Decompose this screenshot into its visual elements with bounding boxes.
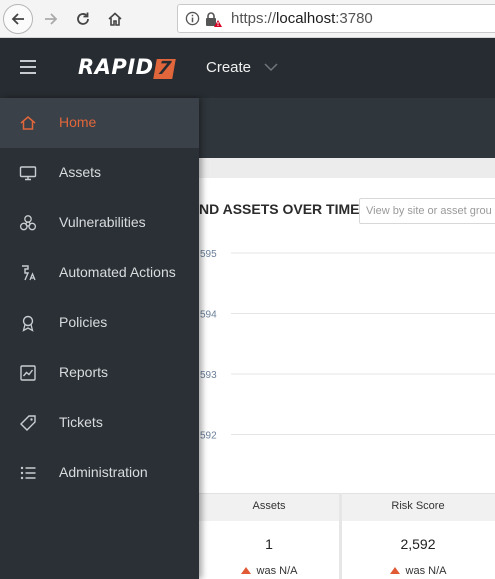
sidebar-item-label: Policies <box>59 314 108 330</box>
home-icon <box>20 116 36 130</box>
stat-value-risk-score: 2,592 <box>400 536 436 552</box>
sidebar-item-label: Assets <box>59 164 102 180</box>
stat-change-assets: was N/A <box>199 565 339 577</box>
stats-divider <box>339 493 342 579</box>
automation-icon <box>22 265 36 281</box>
assets-over-time-card: ND ASSETS OVER TIME View by site or asse… <box>199 178 495 498</box>
browser-toolbar: https://localhost:3780 <box>0 0 495 38</box>
sidebar-item-tickets[interactable]: Tickets <box>0 398 199 448</box>
sidebar-item-label: Reports <box>59 364 109 380</box>
house-icon <box>108 12 122 26</box>
y-tick-label: 592 <box>200 431 217 442</box>
arrow-left-icon <box>11 13 24 25</box>
home-button[interactable] <box>100 4 130 34</box>
chart-report-icon <box>20 365 36 381</box>
sidebar-item-label: Automated Actions <box>59 264 176 280</box>
y-tick-label: 593 <box>200 370 217 381</box>
sidebar-item-administration[interactable]: Administration <box>0 448 199 498</box>
chevron-down-icon[interactable] <box>264 62 278 72</box>
stat-label-assets: Assets <box>252 500 286 512</box>
stat-value-assets: 1 <box>265 536 273 552</box>
stat-label-risk-score: Risk Score <box>391 500 445 512</box>
sidebar-nav: Home Assets Vulnerabilities Automated Ac… <box>0 98 199 579</box>
sidebar-item-label: Home <box>59 114 97 130</box>
biohazard-icon <box>19 215 37 231</box>
reload-button[interactable] <box>68 4 98 34</box>
up-arrow-icon <box>389 567 400 574</box>
stat-change-risk-score: was N/A <box>341 565 495 577</box>
sidebar-item-assets[interactable]: Assets <box>0 148 199 198</box>
card-title: ND ASSETS OVER TIME <box>199 201 360 217</box>
y-tick-label: 595 <box>200 249 217 260</box>
create-menu-button[interactable]: Create <box>206 59 251 76</box>
stats-body-row: 1 was N/A 2,592 was N/A <box>199 521 495 579</box>
rapid7-logo[interactable]: RAPID 7 <box>78 55 176 79</box>
insecure-lock-icon[interactable] <box>205 11 223 28</box>
sidebar-item-reports[interactable]: Reports <box>0 348 199 398</box>
monitor-icon <box>19 166 37 181</box>
y-tick-label: 594 <box>200 310 217 321</box>
arrow-right-icon <box>45 13 58 25</box>
address-bar[interactable]: https://localhost:3780 <box>177 4 495 33</box>
sidebar-item-vulnerabilities[interactable]: Vulnerabilities <box>0 198 199 248</box>
ribbon-icon <box>22 315 34 332</box>
sidebar-item-automated-actions[interactable]: Automated Actions <box>0 248 199 298</box>
stats-header-row: Assets Risk Score <box>199 493 495 521</box>
reload-icon <box>77 12 89 25</box>
list-icon <box>20 466 36 480</box>
site-filter-select[interactable]: View by site or asset grou <box>359 198 495 224</box>
sidebar-item-label: Administration <box>59 464 148 480</box>
app-header: RAPID 7 Create <box>0 38 495 98</box>
back-button[interactable] <box>3 4 33 34</box>
sidebar-item-policies[interactable]: Policies <box>0 298 199 348</box>
url-text: https://localhost:3780 <box>231 10 373 27</box>
ticket-icon <box>20 415 36 431</box>
assets-line-chart: 595 594 593 592 <box>200 249 495 442</box>
sidebar-item-label: Tickets <box>59 414 103 430</box>
sidebar-item-label: Vulnerabilities <box>59 214 146 230</box>
info-icon[interactable] <box>185 11 200 26</box>
hamburger-menu-icon[interactable] <box>20 60 36 74</box>
up-arrow-icon <box>240 567 251 574</box>
sidebar-item-home[interactable]: Home <box>0 98 199 148</box>
forward-button[interactable] <box>36 4 66 34</box>
